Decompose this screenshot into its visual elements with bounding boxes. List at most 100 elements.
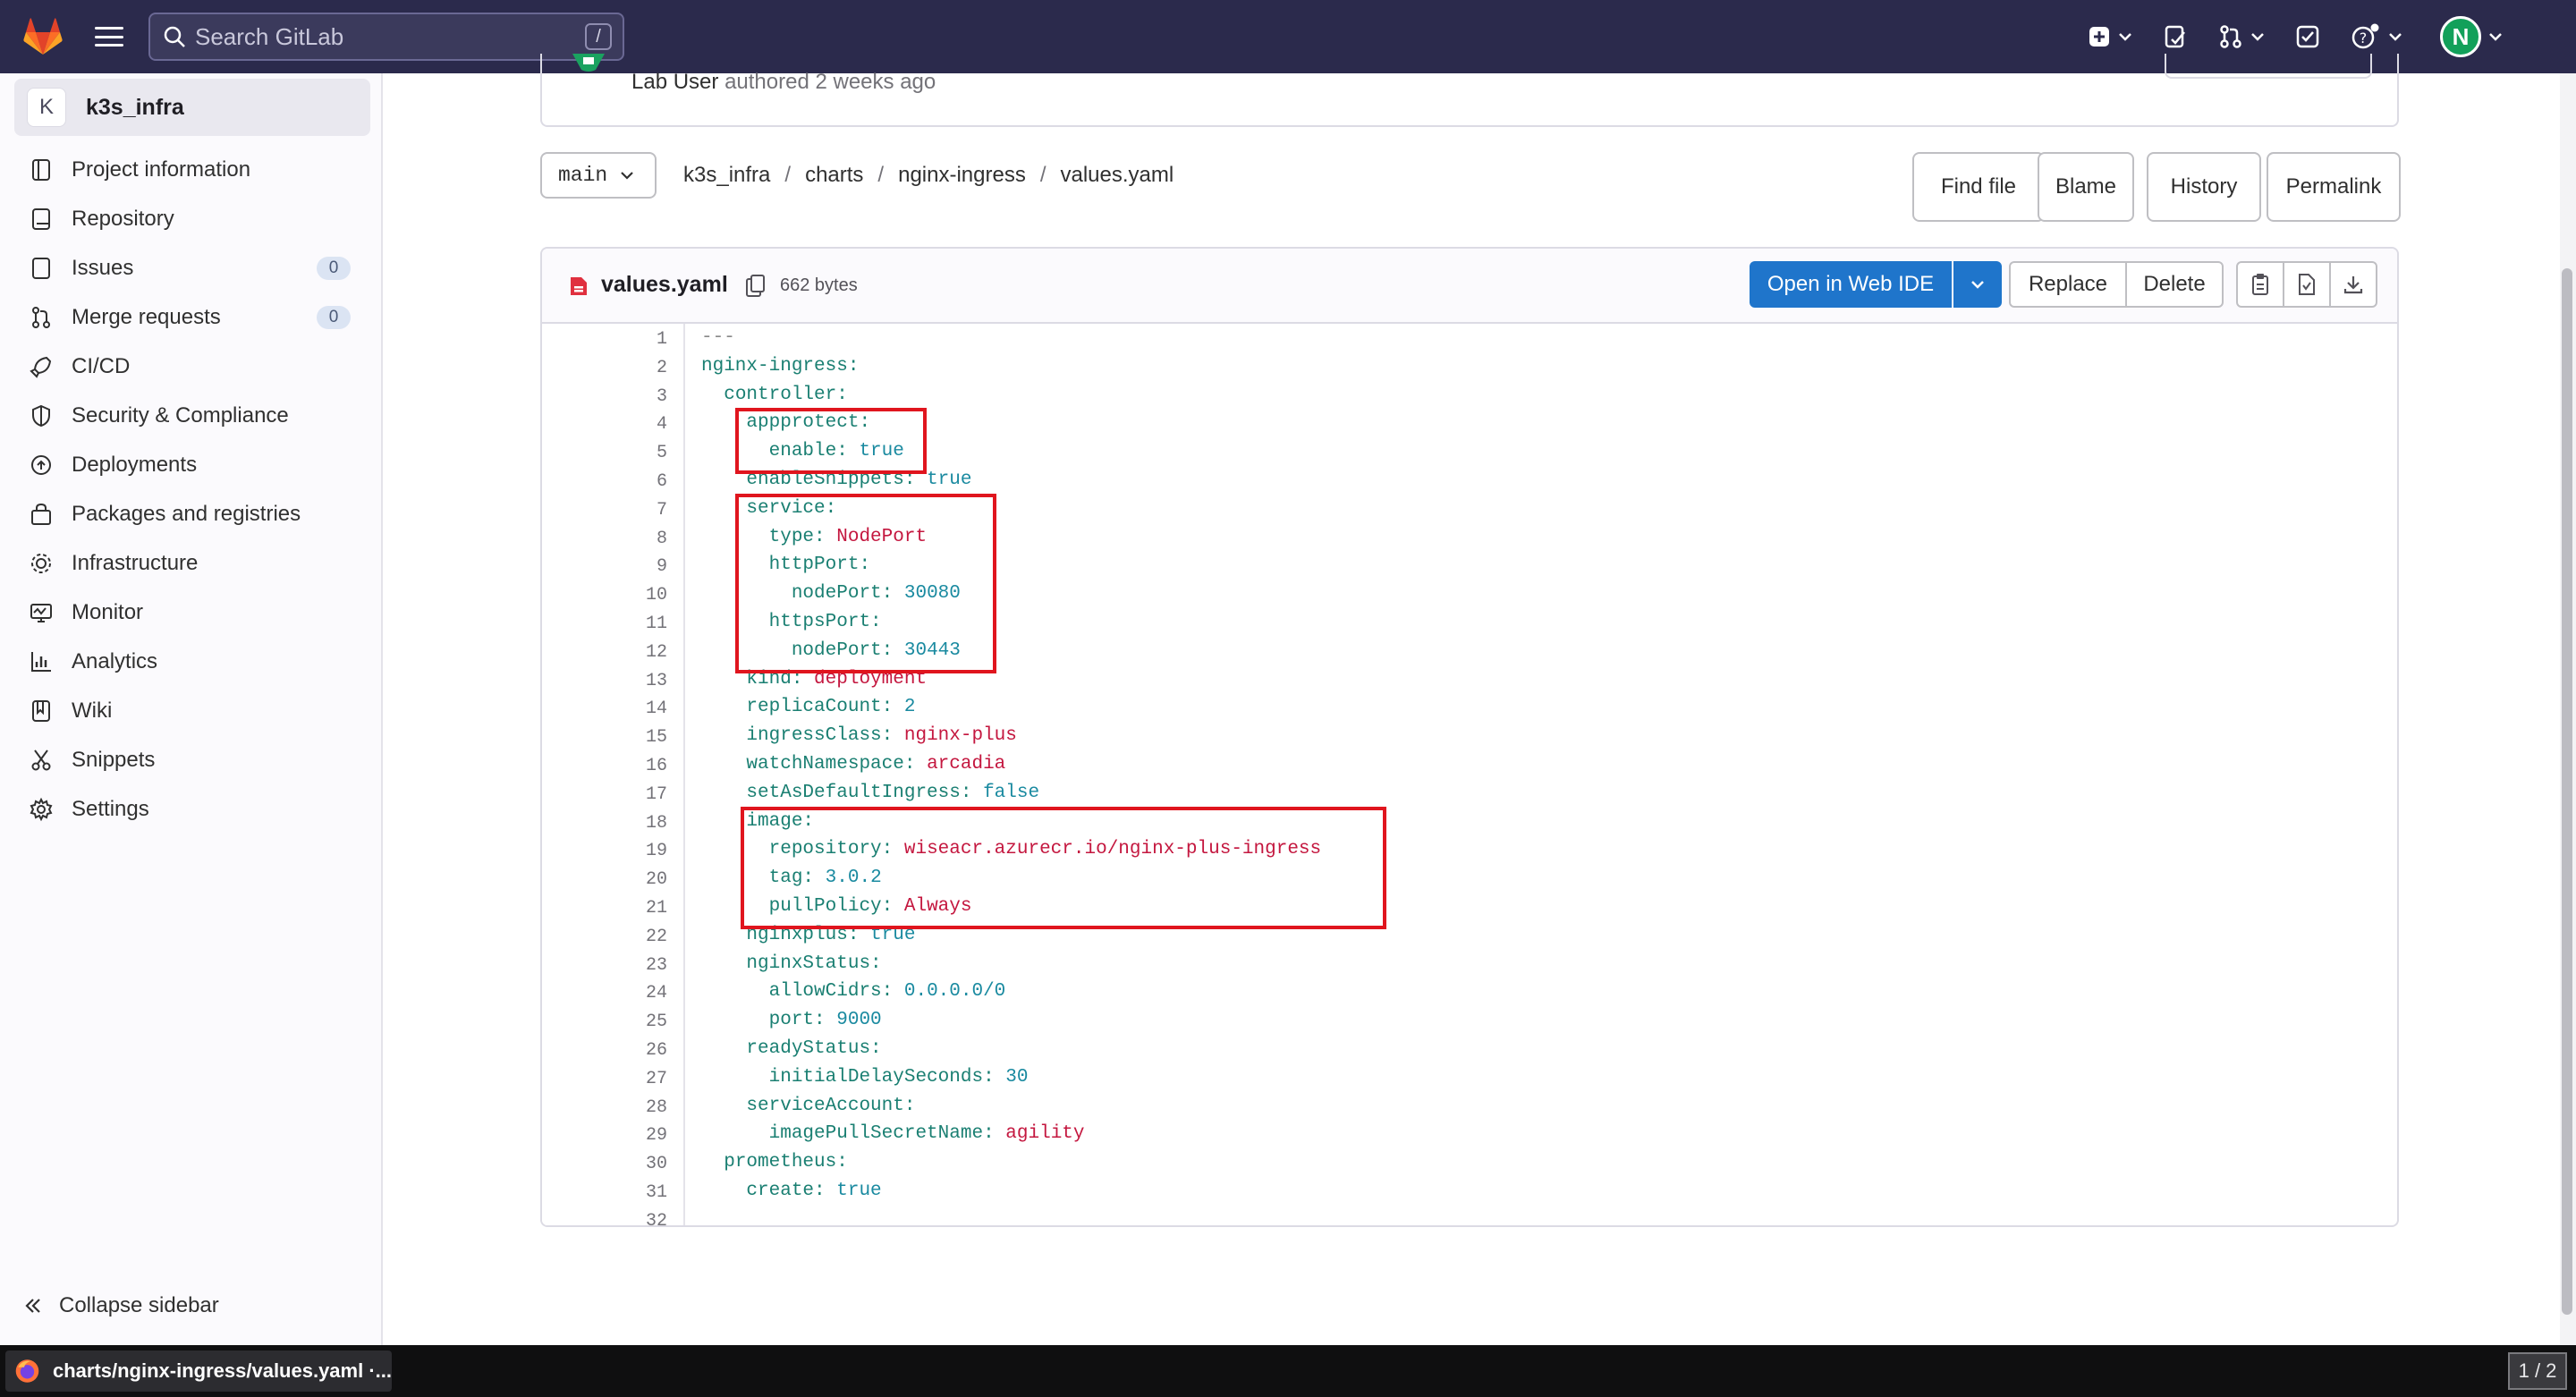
line-number[interactable]: 5 [578, 443, 667, 463]
replace-button[interactable]: Replace [2009, 261, 2127, 308]
line-number[interactable]: 20 [578, 869, 667, 890]
sidebar-item-repository[interactable]: Repository [14, 194, 370, 243]
sidebar-item-infrastructure[interactable]: Infrastructure [14, 538, 370, 588]
code-line: prometheus: [724, 1152, 848, 1173]
line-number[interactable]: 25 [578, 1012, 667, 1032]
breadcrumb-file[interactable]: values.yaml [1061, 163, 1174, 188]
line-number[interactable]: 3 [578, 386, 667, 407]
workspace-pager[interactable]: 1 / 2 [2508, 1352, 2567, 1390]
open-web-ide-button[interactable]: Open in Web IDE [1750, 261, 1952, 308]
commit-author-avatar[interactable] [569, 54, 608, 72]
line-number[interactable]: 15 [578, 727, 667, 748]
code-line: create: true [746, 1181, 882, 1201]
chevron-down-icon [2251, 33, 2264, 41]
sidebar-item-snippets[interactable]: Snippets [14, 735, 370, 784]
sidebar-item-settings[interactable]: Settings [14, 784, 370, 834]
permalink-button[interactable]: Permalink [2267, 152, 2401, 222]
line-number[interactable]: 26 [578, 1040, 667, 1061]
line-number[interactable]: 6 [578, 471, 667, 492]
sidebar-item-label: Packages and registries [72, 501, 301, 526]
web-ide-dropdown-button[interactable] [1953, 261, 2002, 308]
code-line: nginxplus: true [746, 924, 916, 945]
todos-nav-button[interactable] [2288, 16, 2327, 57]
plus-square-icon [2089, 27, 2109, 47]
delete-button[interactable]: Delete [2125, 261, 2224, 308]
branch-selector[interactable]: main [540, 152, 657, 199]
commit-author[interactable]: Lab User [631, 70, 718, 94]
line-number[interactable]: 22 [578, 927, 667, 947]
breadcrumb-project[interactable]: k3s_infra [683, 163, 770, 188]
page-scrollbar-thumb[interactable] [2562, 268, 2572, 1315]
line-number[interactable]: 24 [578, 983, 667, 1003]
line-number[interactable]: 29 [578, 1125, 667, 1146]
line-number[interactable]: 32 [578, 1211, 667, 1225]
yaml-file-icon [571, 277, 587, 295]
code-line: appprotect: [746, 412, 871, 434]
sidebar-item-packages-and-registries[interactable]: Packages and registries [14, 489, 370, 538]
code-line: enable: true [768, 441, 904, 462]
sidebar-project-link[interactable]: K k3s_infra [14, 79, 370, 136]
line-number[interactable]: 10 [578, 585, 667, 605]
issues-nav-button[interactable] [2156, 16, 2195, 57]
commit-actions[interactable] [2165, 54, 2372, 79]
clipboard-icon [2252, 274, 2268, 295]
sidebar-item-wiki[interactable]: Wiki [14, 686, 370, 735]
breadcrumb-charts[interactable]: charts [805, 163, 863, 188]
line-number[interactable]: 17 [578, 784, 667, 805]
line-number[interactable]: 12 [578, 642, 667, 663]
line-number[interactable]: 19 [578, 841, 667, 861]
line-number[interactable]: 7 [578, 500, 667, 521]
create-new-button[interactable] [2080, 16, 2140, 57]
line-number[interactable]: 11 [578, 614, 667, 634]
line-number[interactable]: 21 [578, 898, 667, 919]
collapse-sidebar-button[interactable]: Collapse sidebar [23, 1293, 219, 1318]
main-menu-button[interactable] [93, 23, 125, 50]
breadcrumb-separator: / [784, 163, 792, 187]
taskbar-window-firefox[interactable]: charts/nginx-ingress/values.yaml ·... [5, 1350, 392, 1392]
download-button[interactable] [2329, 261, 2377, 308]
sidebar-item-project-information[interactable]: Project information [14, 145, 370, 194]
code-line: --- [701, 327, 735, 348]
line-number[interactable]: 31 [578, 1182, 667, 1203]
file-raw-icon [2299, 274, 2315, 295]
open-raw-button[interactable] [2283, 261, 2331, 308]
copy-path-icon[interactable] [744, 274, 766, 299]
history-button[interactable]: History [2147, 152, 2261, 222]
sidebar-item-label: Analytics [72, 648, 158, 673]
line-number[interactable]: 13 [578, 671, 667, 691]
user-menu-button[interactable]: N [2433, 16, 2510, 57]
chevron-down-icon [2489, 33, 2502, 41]
merge-requests-nav-button[interactable] [2211, 16, 2272, 57]
sidebar-item-security-compliance[interactable]: Security & Compliance [14, 391, 370, 440]
copy-contents-button[interactable] [2236, 261, 2284, 308]
line-number[interactable]: 9 [578, 556, 667, 577]
breadcrumb-nginx-ingress[interactable]: nginx-ingress [898, 163, 1026, 188]
help-nav-button[interactable]: ? [2343, 16, 2410, 57]
code-line: repository: wiseacr.azurecr.io/nginx-plu… [768, 839, 1322, 860]
commit-meta: Lab User authored 2 weeks ago [631, 70, 936, 95]
sidebar-item-ci-cd[interactable]: CI/CD [14, 342, 370, 391]
search-input[interactable] [195, 22, 553, 51]
line-number[interactable]: 28 [578, 1097, 667, 1118]
line-number[interactable]: 16 [578, 756, 667, 776]
line-number[interactable]: 18 [578, 813, 667, 834]
sidebar-item-merge-requests[interactable]: Merge requests 0 [14, 292, 370, 342]
line-number[interactable]: 4 [578, 414, 667, 435]
line-number[interactable]: 14 [578, 698, 667, 719]
sidebar-item-label: Deployments [72, 452, 198, 477]
blame-button[interactable]: Blame [2038, 152, 2134, 222]
code-line: pullPolicy: Always [768, 896, 972, 917]
line-number[interactable]: 2 [578, 358, 667, 378]
line-number[interactable]: 27 [578, 1069, 667, 1089]
sidebar-item-deployments[interactable]: Deployments [14, 440, 370, 489]
line-number[interactable]: 23 [578, 955, 667, 976]
sidebar-item-monitor[interactable]: Monitor [14, 588, 370, 637]
code-line: port: 9000 [768, 1010, 882, 1031]
sidebar-item-issues[interactable]: Issues 0 [14, 243, 370, 292]
sidebar-item-analytics[interactable]: Analytics [14, 637, 370, 686]
gitlab-logo-icon[interactable] [23, 18, 63, 55]
line-number[interactable]: 1 [578, 329, 667, 350]
find-file-button[interactable]: Find file [1912, 152, 2045, 222]
line-number[interactable]: 30 [578, 1154, 667, 1174]
line-number[interactable]: 8 [578, 529, 667, 549]
